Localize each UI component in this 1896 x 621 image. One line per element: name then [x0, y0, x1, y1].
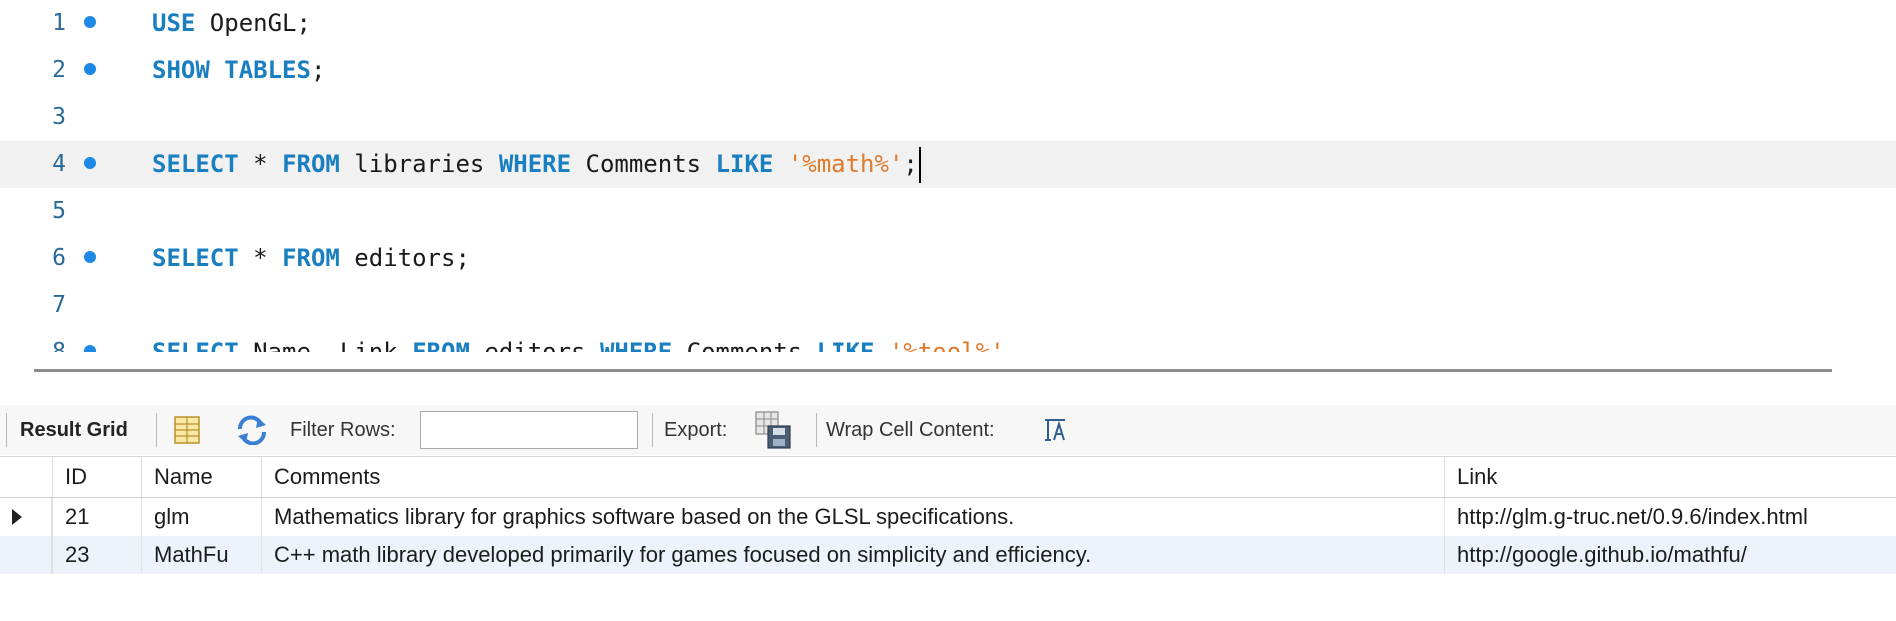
code-text: SELECT * FROM libraries WHERE Comments L…	[152, 141, 921, 188]
table-row[interactable]: 21 glm Mathematics library for graphics …	[0, 498, 1896, 536]
line-number: 5	[52, 198, 66, 224]
statement-marker-icon	[84, 345, 96, 352]
statement-marker-icon	[84, 251, 96, 263]
editor-line[interactable]: 2 SHOW TABLES;	[0, 47, 1896, 94]
cell-link[interactable]: http://glm.g-truc.net/0.9.6/index.html	[1444, 498, 1896, 536]
editor-line-current[interactable]: 4 SELECT * FROM libraries WHERE Comments…	[0, 141, 1896, 188]
export-icon[interactable]	[754, 405, 794, 455]
toolbar-separator	[6, 413, 7, 447]
current-row-arrow-icon	[12, 509, 22, 525]
column-header-name[interactable]: Name	[141, 457, 261, 497]
export-label: Export:	[664, 418, 728, 441]
refresh-icon[interactable]	[234, 405, 270, 455]
grid-header: ID Name Comments Link	[0, 456, 1896, 498]
cell-comments[interactable]: Mathematics library for graphics softwar…	[261, 498, 1444, 536]
editor-line[interactable]: 1 USE OpenGL;	[0, 0, 1896, 47]
column-header-link[interactable]: Link	[1444, 457, 1896, 497]
line-number: 1	[52, 10, 66, 36]
panel-splitter[interactable]	[34, 369, 1832, 372]
statement-marker-icon	[84, 16, 96, 28]
column-header-id[interactable]: ID	[52, 457, 141, 497]
table-row[interactable]: 23 MathFu C++ math library developed pri…	[0, 536, 1896, 574]
line-number: 8	[52, 339, 66, 352]
cell-name[interactable]: MathFu	[141, 536, 261, 574]
code-text: USE OpenGL;	[152, 9, 311, 37]
cell-name[interactable]: glm	[141, 498, 261, 536]
editor-line[interactable]: 3	[0, 94, 1896, 141]
form-editor-icon[interactable]	[172, 405, 202, 455]
line-number: 6	[52, 245, 66, 271]
text-caret	[918, 147, 921, 183]
wrap-cell-icon[interactable]	[1042, 405, 1068, 455]
row-selector[interactable]	[0, 498, 52, 536]
line-number: 2	[52, 57, 66, 83]
cell-id[interactable]: 21	[52, 498, 141, 536]
cell-id[interactable]: 23	[52, 536, 141, 574]
statement-marker-icon	[84, 63, 96, 75]
column-header-comments[interactable]: Comments	[261, 457, 1444, 497]
cell-comments[interactable]: C++ math library developed primarily for…	[261, 536, 1444, 574]
line-number: 7	[52, 292, 66, 318]
wrap-cell-label: Wrap Cell Content:	[826, 418, 995, 441]
statement-marker-icon	[84, 157, 96, 169]
toolbar-separator	[816, 413, 817, 447]
code-text: SHOW TABLES;	[152, 56, 326, 84]
line-number: 3	[52, 104, 66, 130]
editor-line[interactable]: 7	[0, 282, 1896, 329]
editor-line[interactable]: 5	[0, 188, 1896, 235]
row-selector[interactable]	[0, 536, 52, 574]
filter-rows-label: Filter Rows:	[290, 418, 396, 441]
cell-link[interactable]: http://google.github.io/mathfu/	[1444, 536, 1896, 574]
line-number: 4	[52, 151, 66, 177]
toolbar-separator	[652, 413, 653, 447]
sql-editor[interactable]: 1 USE OpenGL; 2 SHOW TABLES; 3 4 SELECT …	[0, 0, 1896, 352]
code-text: SELECT Name, Link FROM editors WHERE Com…	[152, 338, 1005, 352]
filter-rows-input[interactable]	[420, 411, 638, 449]
editor-line-partial[interactable]: 8 SELECT Name, Link FROM editors WHERE C…	[0, 329, 1896, 352]
result-grid-tab[interactable]: Result Grid	[20, 405, 128, 455]
code-text: SELECT * FROM editors;	[152, 244, 470, 272]
toolbar-separator	[156, 413, 157, 447]
result-toolbar: Result Grid Filter Rows: Export: Wrap Ce…	[0, 405, 1896, 455]
editor-line[interactable]: 6 SELECT * FROM editors;	[0, 235, 1896, 282]
